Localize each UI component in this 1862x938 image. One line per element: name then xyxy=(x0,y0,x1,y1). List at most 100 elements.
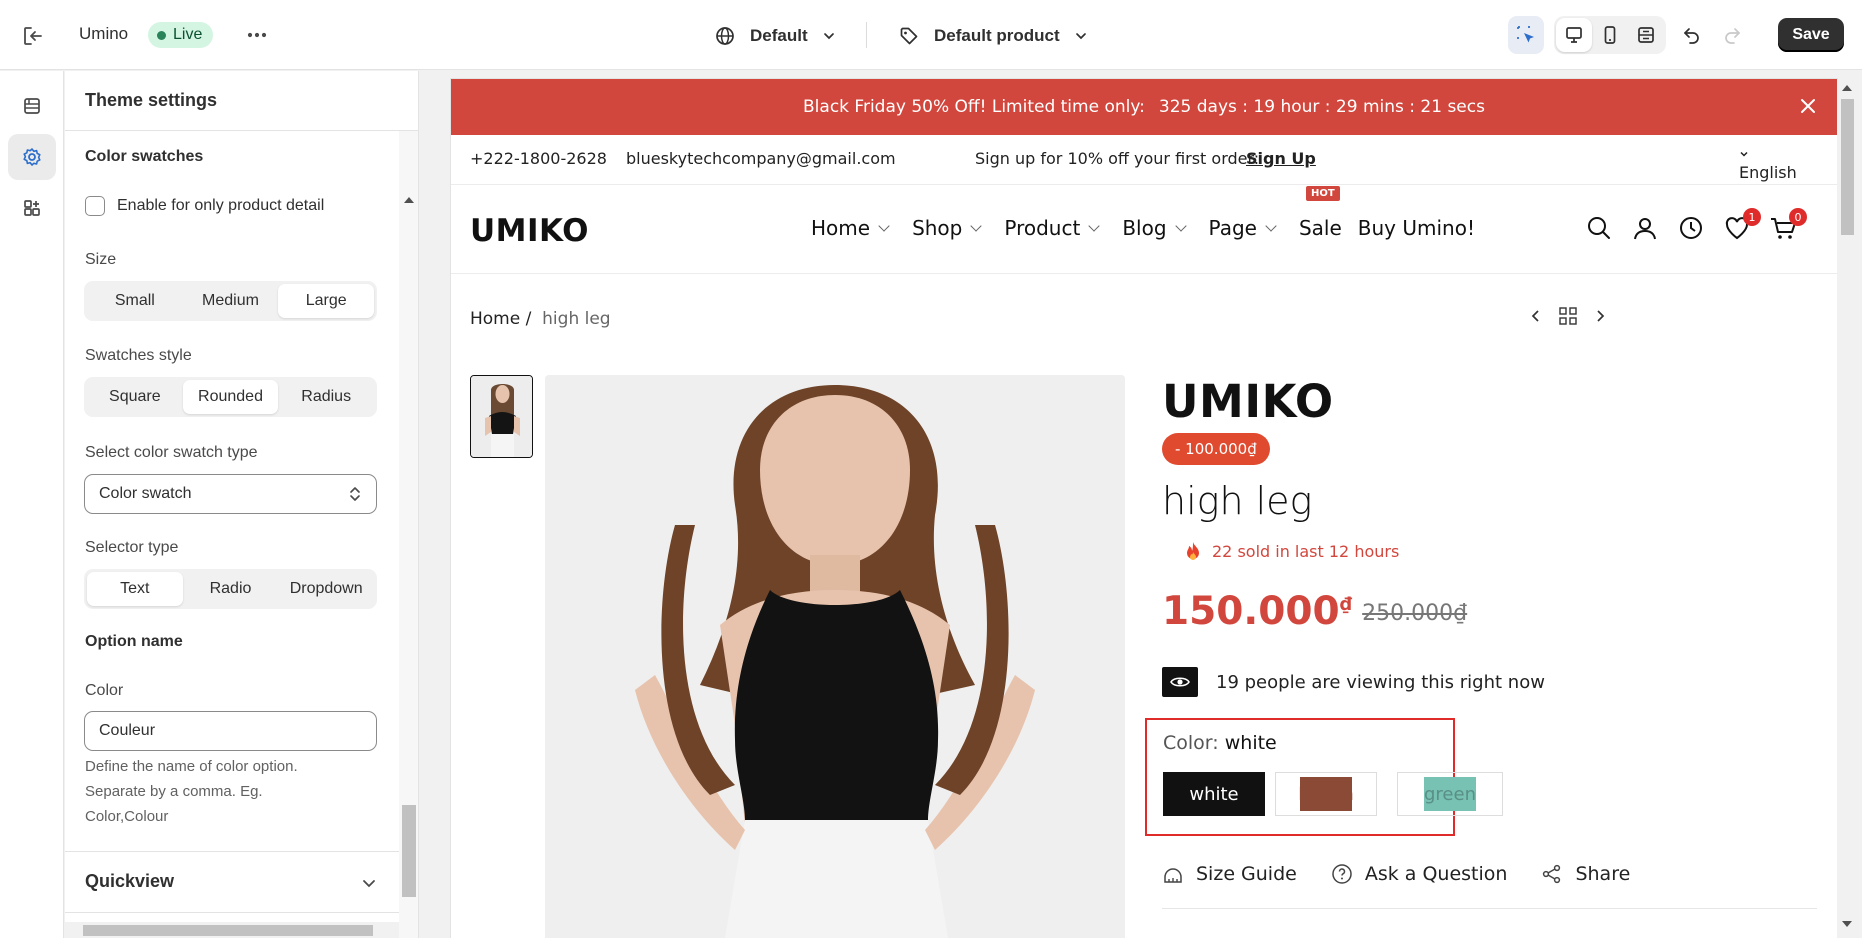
breadcrumb-home[interactable]: Home xyxy=(470,309,520,329)
panel-vertical-scrollbar[interactable] xyxy=(399,131,418,938)
enable-product-detail-checkbox[interactable]: Enable for only product detail xyxy=(85,196,324,216)
chevron-down-icon xyxy=(1088,219,1100,232)
selector-option-radio[interactable]: Radio xyxy=(183,572,279,606)
brand-logo: UMIKO xyxy=(1162,375,1334,428)
account-icon[interactable] xyxy=(1631,214,1659,242)
sold-text: 22 sold in last 12 hours xyxy=(1212,541,1400,561)
live-viewers: 19 people are viewing this right now xyxy=(1162,667,1545,697)
style-option-radius[interactable]: Radius xyxy=(278,380,374,414)
settings-panel: Theme settings Color swatches Enable for… xyxy=(65,71,419,938)
signup-link[interactable]: Sign Up xyxy=(1246,149,1316,168)
scroll-up-icon[interactable] xyxy=(1842,85,1852,91)
size-option-medium[interactable]: Medium xyxy=(183,284,279,318)
inspector-icon[interactable] xyxy=(1508,16,1544,54)
help-line: Color,Colour xyxy=(85,808,169,825)
size-label: Size xyxy=(85,251,117,268)
menu-item-buy[interactable]: Buy Umino! xyxy=(1358,216,1475,240)
swatch-green[interactable]: green xyxy=(1397,772,1503,816)
search-icon[interactable] xyxy=(1585,214,1613,242)
save-button[interactable]: Save xyxy=(1778,18,1844,52)
menu-item-home[interactable]: Home xyxy=(811,216,890,240)
fullscreen-icon[interactable] xyxy=(1628,18,1664,52)
apps-icon[interactable] xyxy=(8,185,56,231)
size-option-small[interactable]: Small xyxy=(87,284,183,318)
menu-item-product[interactable]: Product xyxy=(1004,216,1100,240)
panel-header: Theme settings xyxy=(65,71,418,131)
scrollbar-thumb[interactable] xyxy=(1841,99,1854,235)
top-info-bar: +222-1800-2628 blueskytechcompany@gmail.… xyxy=(451,135,1837,185)
color-variant-picker: Color: white white brown green xyxy=(1145,718,1503,836)
discount-badge: - 100.000₫ xyxy=(1162,433,1270,465)
store-name: Umino xyxy=(79,24,129,43)
product-actions: Size Guide Ask a Question Share xyxy=(1162,863,1630,885)
grid-icon[interactable] xyxy=(1557,305,1579,327)
menu-label: Blog xyxy=(1122,216,1167,240)
scrollbar-thumb[interactable] xyxy=(402,805,416,897)
main-menu: Home Shop Product Blog Page Sale HOT Buy … xyxy=(811,186,1499,240)
panel-horizontal-scrollbar[interactable] xyxy=(65,922,399,938)
more-icon[interactable] xyxy=(244,22,270,48)
cart-icon[interactable]: 0 xyxy=(1769,208,1807,242)
style-option-rounded[interactable]: Rounded xyxy=(182,380,279,414)
style-option-square[interactable]: Square xyxy=(87,380,183,414)
store-logo[interactable]: UMIKO xyxy=(470,213,589,249)
size-segmented-control: Small Medium Large xyxy=(84,281,377,321)
scrollbar-thumb[interactable] xyxy=(83,925,373,936)
scroll-down-icon[interactable] xyxy=(1842,921,1852,927)
size-guide-link[interactable]: Size Guide xyxy=(1162,863,1297,885)
product-main-image[interactable] xyxy=(545,375,1125,938)
undo-icon[interactable] xyxy=(1674,16,1710,54)
menu-item-sale[interactable]: Sale HOT xyxy=(1299,186,1342,240)
swatch-white[interactable]: white xyxy=(1163,772,1265,816)
menu-item-page[interactable]: Page xyxy=(1209,216,1277,240)
exit-icon[interactable] xyxy=(20,23,46,49)
swatch-brown[interactable]: brown xyxy=(1275,772,1377,816)
checkbox-box[interactable] xyxy=(85,196,105,216)
color-swatches-title: Color swatches xyxy=(85,148,204,165)
section-divider xyxy=(65,912,399,913)
share-icon xyxy=(1543,864,1561,884)
swatch-type-select[interactable]: Color swatch xyxy=(84,474,377,514)
preview-vertical-scrollbar[interactable] xyxy=(1837,79,1857,938)
fire-icon xyxy=(1187,542,1199,560)
redo-icon[interactable] xyxy=(1714,16,1750,54)
selector-option-text[interactable]: Text xyxy=(87,572,183,606)
swatches-style-label: Swatches style xyxy=(85,347,192,364)
template-selector[interactable]: Default product xyxy=(898,22,1088,50)
chevron-right-icon[interactable] xyxy=(1591,307,1609,325)
desktop-icon[interactable] xyxy=(1556,18,1592,52)
color-selected-name: white xyxy=(1224,732,1277,754)
chevron-down-icon[interactable] xyxy=(360,874,378,892)
quickview-section-toggle[interactable]: Quickview xyxy=(85,871,174,892)
scroll-up-icon[interactable] xyxy=(404,197,414,203)
menu-item-shop[interactable]: Shop xyxy=(912,216,983,240)
size-option-large[interactable]: Large xyxy=(278,284,375,318)
wishlist-icon[interactable]: 1 xyxy=(1723,208,1761,242)
signup-text: Sign up for 10% off your first order: xyxy=(975,149,1260,168)
swatch-label: brown xyxy=(1298,777,1354,811)
swatch-type-label: Select color swatch type xyxy=(85,444,258,461)
menu-item-blog[interactable]: Blog xyxy=(1122,216,1187,240)
globe-icon xyxy=(716,27,734,45)
product-thumbnail[interactable] xyxy=(470,375,533,458)
breadcrumb: Home / high leg xyxy=(470,309,611,329)
wishlist-count-badge: 1 xyxy=(1743,208,1761,226)
close-icon[interactable] xyxy=(1795,93,1821,119)
chevron-left-icon[interactable] xyxy=(1527,307,1545,325)
color-option-input[interactable]: Couleur xyxy=(84,711,377,751)
chevron-down-icon xyxy=(823,33,834,40)
topbar-divider xyxy=(866,22,867,48)
language-selector[interactable]: English xyxy=(1739,149,1797,182)
share-link[interactable]: Share xyxy=(1541,863,1630,885)
sections-icon[interactable] xyxy=(8,83,56,129)
tag-icon xyxy=(900,27,918,45)
mobile-icon[interactable] xyxy=(1592,18,1628,52)
sale-price-value: 150.000 xyxy=(1162,589,1340,634)
ask-question-link[interactable]: Ask a Question xyxy=(1331,863,1507,885)
hot-badge: HOT xyxy=(1305,186,1340,201)
language-label: English xyxy=(1739,163,1797,182)
selector-option-dropdown[interactable]: Dropdown xyxy=(278,572,374,606)
theme-settings-icon[interactable] xyxy=(8,134,56,180)
recently-viewed-icon[interactable] xyxy=(1677,214,1705,242)
theme-selector[interactable]: Default xyxy=(714,22,836,50)
